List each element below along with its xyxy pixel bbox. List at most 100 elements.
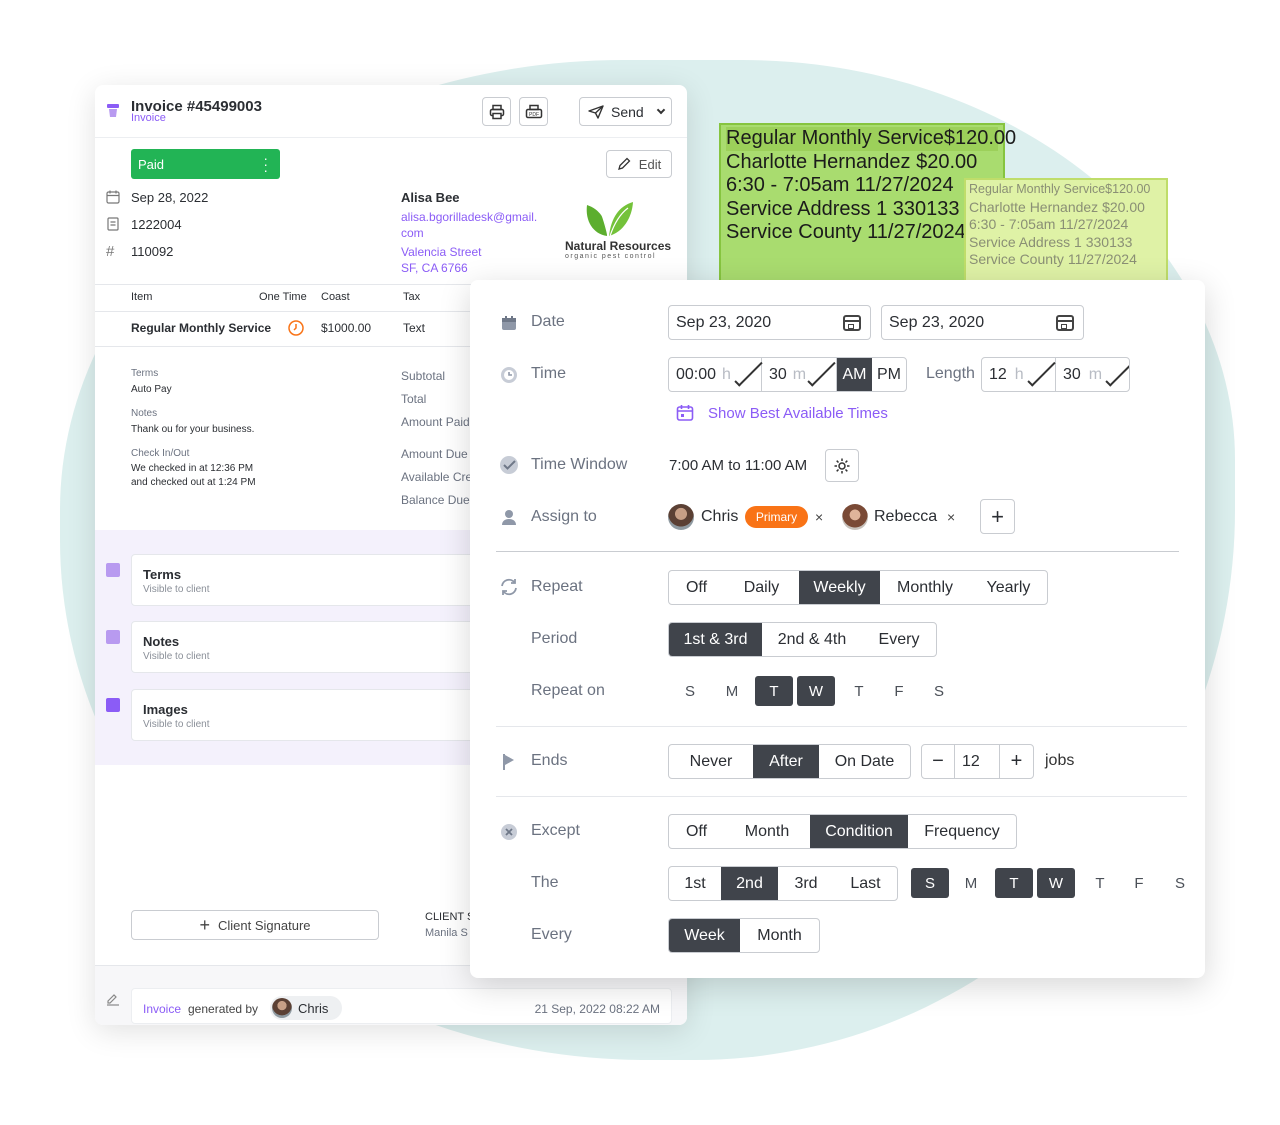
except-option-frequency[interactable]: Frequency bbox=[908, 815, 1016, 848]
gear-icon bbox=[834, 458, 850, 473]
except-weekday-saturday[interactable]: S bbox=[1161, 868, 1199, 898]
send-button[interactable]: Send bbox=[579, 97, 672, 126]
divider bbox=[496, 551, 1179, 552]
remove-assignee-icon[interactable]: × bbox=[815, 509, 823, 525]
footer-user: Chris bbox=[298, 1001, 329, 1016]
avatar bbox=[668, 504, 694, 530]
weekday-friday[interactable]: F bbox=[880, 676, 918, 706]
except-weekday-monday[interactable]: M bbox=[952, 868, 990, 898]
time-window-value: 7:00 AM to 11:00 AM bbox=[669, 457, 808, 474]
period-option-2nd-4th[interactable]: 2nd & 4th bbox=[762, 623, 862, 656]
length-hour-select[interactable]: 12 h bbox=[982, 358, 1056, 391]
col-header-tax: Tax bbox=[403, 291, 421, 303]
pm-toggle[interactable]: PM bbox=[872, 358, 906, 391]
except-option-off[interactable]: Off bbox=[669, 815, 724, 848]
repeat-option-monthly[interactable]: Monthly bbox=[880, 571, 970, 604]
time-window-label: Time Window bbox=[531, 456, 628, 473]
client-email-line1[interactable]: alisa.bgorilladesk@gmail. bbox=[401, 210, 537, 224]
ends-option-after[interactable]: After bbox=[753, 745, 819, 778]
avatar bbox=[272, 998, 292, 1018]
status-paid-dropdown[interactable]: Paid · · · bbox=[131, 149, 280, 179]
check-in-value: We checked in at 12:36 PM bbox=[131, 463, 254, 474]
repeat-on-label: Repeat on bbox=[531, 682, 605, 699]
hour-select[interactable]: 00:00 h bbox=[669, 358, 763, 391]
clipboard-icon bbox=[106, 630, 120, 644]
except-weekday-wednesday[interactable]: W bbox=[1037, 868, 1075, 898]
period-option-every[interactable]: Every bbox=[862, 623, 936, 656]
except-weekday-friday[interactable]: F bbox=[1120, 868, 1158, 898]
weekday-monday[interactable]: M bbox=[713, 676, 751, 706]
footer-invoice-link[interactable]: Invoice bbox=[143, 1002, 181, 1016]
check-badge-icon bbox=[499, 455, 519, 475]
calendar-picker-icon[interactable] bbox=[1056, 315, 1074, 331]
end-date-input[interactable]: Sep 23, 2020 bbox=[881, 305, 1084, 340]
clock-icon bbox=[288, 320, 304, 341]
except-weekday-tuesday[interactable]: T bbox=[995, 868, 1033, 898]
repeat-option-daily[interactable]: Daily bbox=[724, 571, 799, 604]
image-icon bbox=[106, 698, 120, 712]
start-date-input[interactable]: Sep 23, 2020 bbox=[668, 305, 871, 340]
note-line: Service Address 1 330133 bbox=[969, 233, 1133, 250]
start-date-value: Sep 23, 2020 bbox=[676, 313, 772, 331]
invoice-date: Sep 28, 2022 bbox=[131, 190, 209, 205]
ends-option-on-date[interactable]: On Date bbox=[819, 745, 910, 778]
divider bbox=[95, 137, 687, 138]
except-weekday-sunday[interactable]: S bbox=[911, 868, 949, 898]
edit-button[interactable]: Edit bbox=[606, 150, 672, 178]
add-assignee-button[interactable]: + bbox=[980, 499, 1015, 534]
logo-name: Natural Resources bbox=[565, 239, 672, 253]
receipt-icon bbox=[106, 217, 120, 236]
decrement-button[interactable]: − bbox=[922, 745, 955, 778]
ends-label: Ends bbox=[531, 752, 568, 769]
line-item-name: Regular Monthly Service bbox=[131, 321, 272, 335]
period-option-1st-3rd[interactable]: 1st & 3rd bbox=[669, 623, 762, 656]
show-best-times-link[interactable]: Show Best Available Times bbox=[708, 405, 888, 422]
length-hour-value: 12 bbox=[989, 365, 1007, 383]
increment-button[interactable]: + bbox=[1000, 745, 1033, 778]
weekday-thursday[interactable]: T bbox=[840, 676, 878, 706]
ordinal-option-last[interactable]: Last bbox=[834, 867, 897, 900]
ends-count-value[interactable]: 12 bbox=[955, 745, 1000, 778]
length-hour-unit: h bbox=[1014, 365, 1024, 383]
weekday-tuesday[interactable]: T bbox=[755, 676, 793, 706]
client-signature-label: Client Signature bbox=[218, 917, 311, 933]
ordinal-option-2nd[interactable]: 2nd bbox=[721, 867, 778, 900]
length-minute-select[interactable]: 30 m bbox=[1056, 358, 1129, 391]
edit-history-icon bbox=[106, 992, 120, 1011]
repeat-option-yearly[interactable]: Yearly bbox=[970, 571, 1047, 604]
remove-assignee-icon[interactable]: × bbox=[947, 509, 955, 525]
hour-value: 00:00 bbox=[676, 365, 717, 383]
calendar-picker-icon[interactable] bbox=[843, 315, 861, 331]
client-address-line1: Valencia Street bbox=[401, 245, 482, 259]
repeat-option-weekly[interactable]: Weekly bbox=[799, 571, 880, 604]
weekday-saturday[interactable]: S bbox=[920, 676, 958, 706]
sticky-note-large: Regular Monthly Service$120.00 Charlotte… bbox=[719, 123, 1016, 283]
invoice-icon bbox=[106, 102, 120, 118]
clipboard-icon bbox=[106, 563, 120, 577]
client-email-line2[interactable]: com bbox=[401, 226, 424, 240]
am-toggle[interactable]: AM bbox=[837, 358, 872, 391]
every-option-week[interactable]: Week bbox=[669, 919, 740, 952]
flag-icon bbox=[499, 752, 519, 772]
minute-select[interactable]: 30 m bbox=[762, 358, 837, 391]
ends-option-never[interactable]: Never bbox=[669, 745, 753, 778]
kebab-menu-icon[interactable]: · · · bbox=[263, 151, 268, 177]
except-option-month[interactable]: Month bbox=[724, 815, 810, 848]
ordinal-option-3rd[interactable]: 3rd bbox=[778, 867, 834, 900]
ends-segmented-control: Never After On Date bbox=[668, 744, 911, 779]
except-option-condition[interactable]: Condition bbox=[810, 815, 908, 848]
print-button[interactable] bbox=[482, 97, 511, 126]
time-window-settings-button[interactable] bbox=[825, 449, 859, 482]
length-minute-value: 30 bbox=[1063, 365, 1081, 383]
weekday-wednesday[interactable]: W bbox=[797, 676, 835, 706]
every-option-month[interactable]: Month bbox=[740, 919, 819, 952]
line-item-tax: Text bbox=[403, 321, 426, 335]
pdf-button[interactable]: PDF bbox=[519, 97, 548, 126]
ordinal-option-1st[interactable]: 1st bbox=[669, 867, 721, 900]
except-weekday-thursday[interactable]: T bbox=[1081, 868, 1119, 898]
weekday-sunday[interactable]: S bbox=[671, 676, 709, 706]
check-in-out-label: Check In/Out bbox=[131, 448, 190, 459]
client-signature-button[interactable]: + Client Signature bbox=[131, 910, 379, 940]
repeat-option-off[interactable]: Off bbox=[669, 571, 724, 604]
terms-label: Terms bbox=[131, 368, 159, 379]
